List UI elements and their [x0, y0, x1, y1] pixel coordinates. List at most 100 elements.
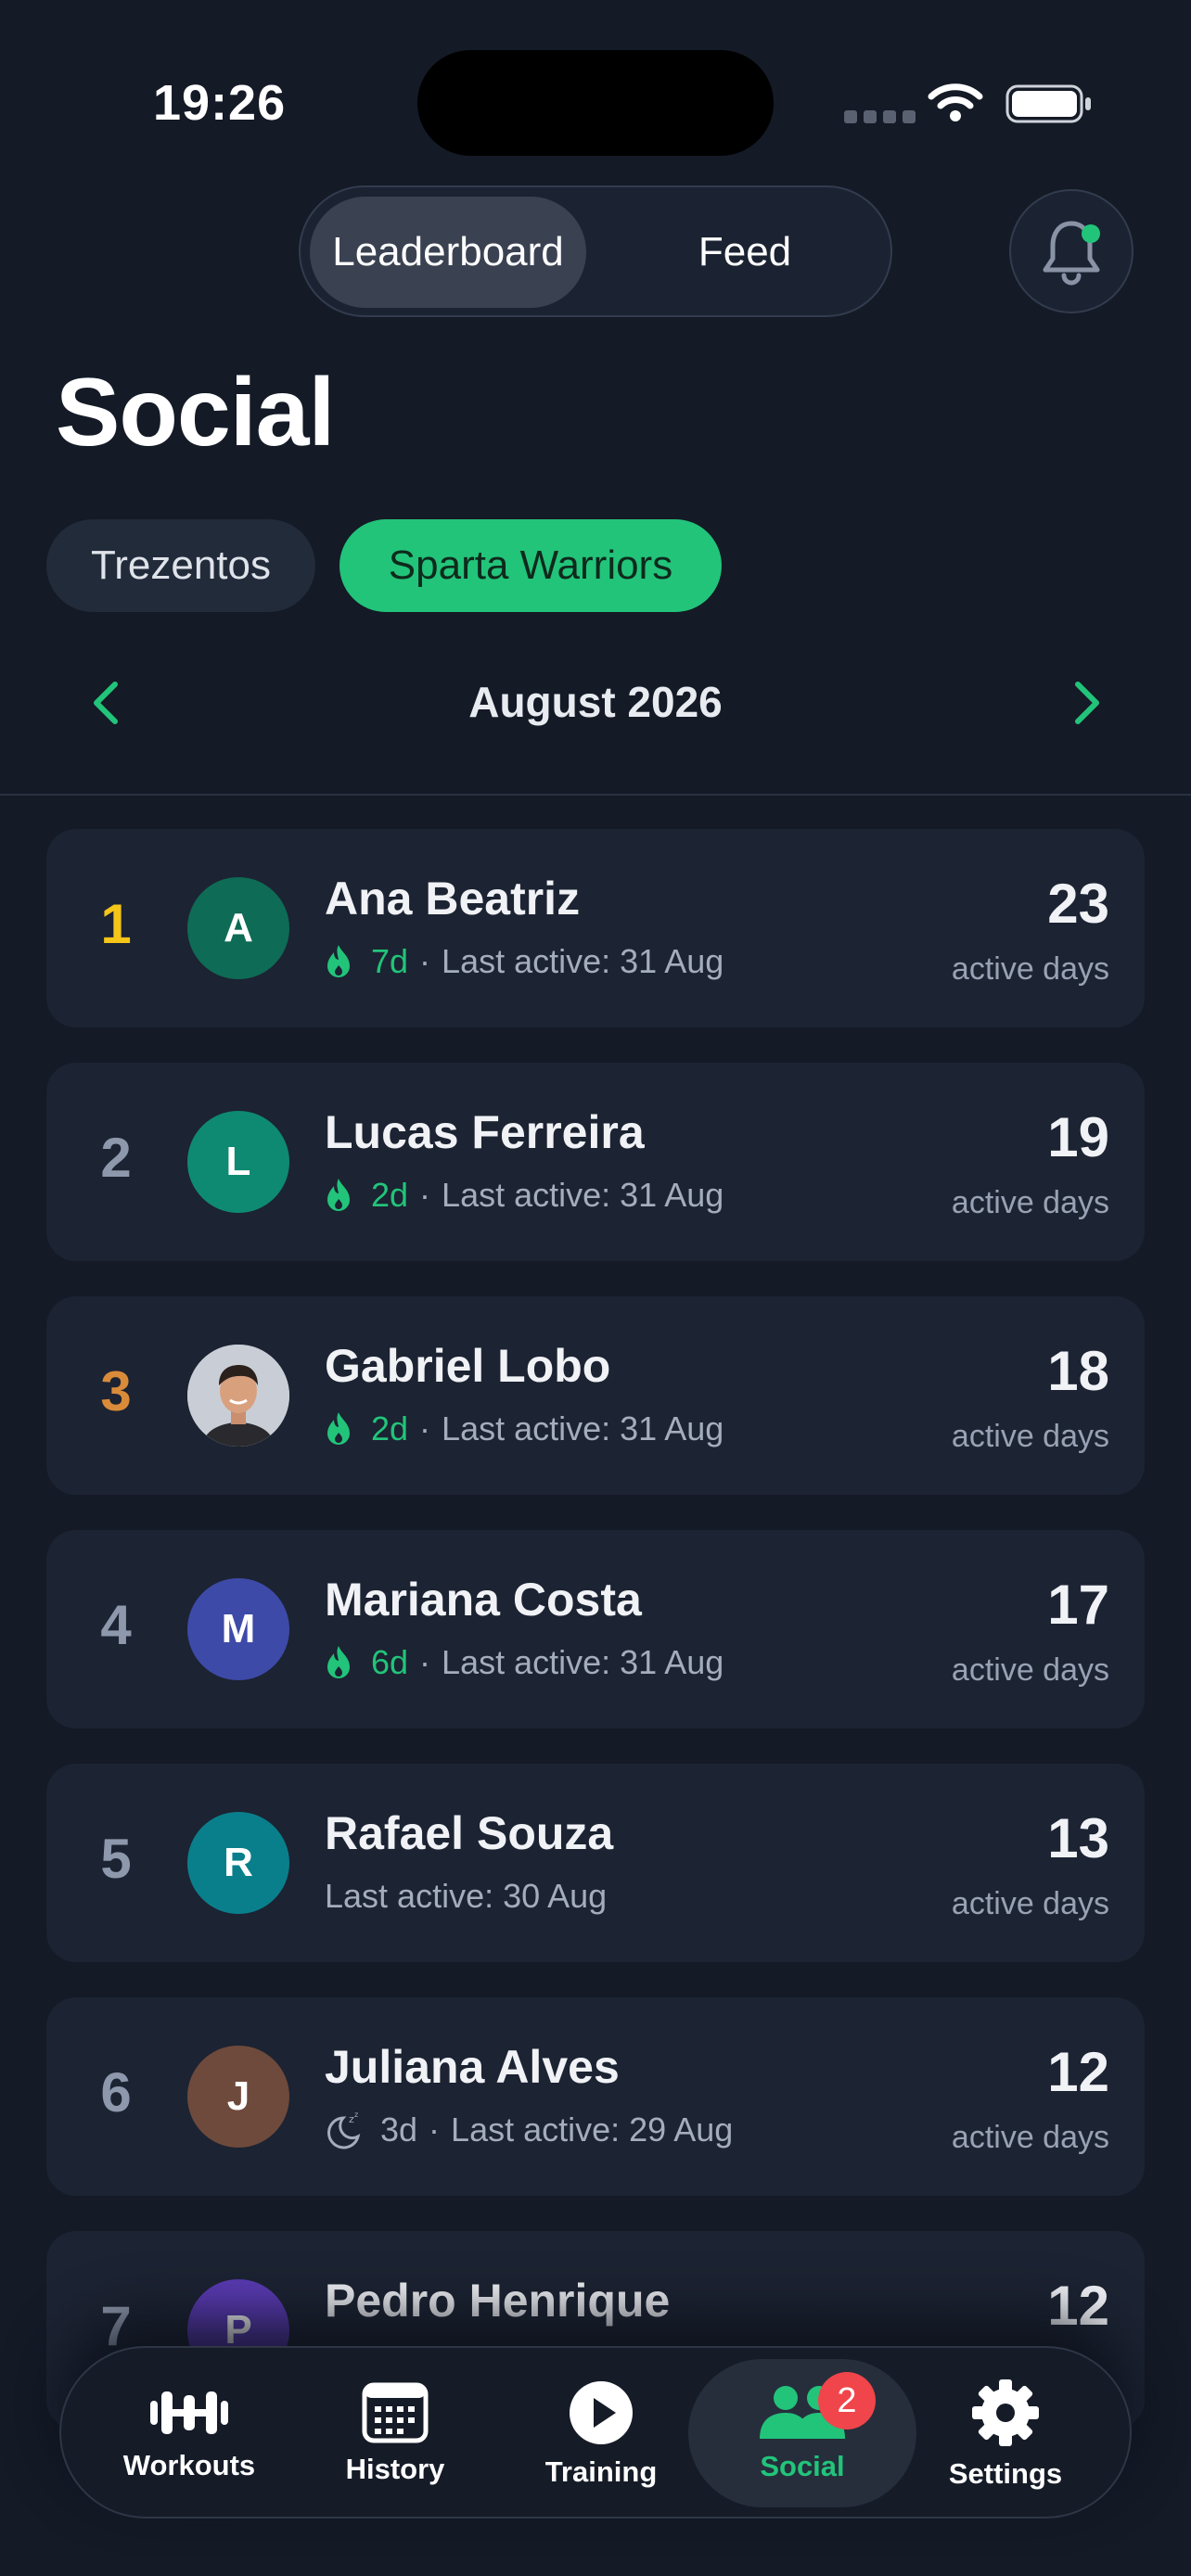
rest-days: 3d: [380, 2111, 418, 2149]
active-days-label: active days: [951, 1886, 1109, 1921]
activity-meta: Last active: 30 Aug: [325, 1877, 607, 1916]
dumbbell-icon: [150, 2391, 228, 2434]
person-photo-icon: [187, 1345, 289, 1447]
notifications-button[interactable]: [1009, 189, 1133, 313]
avatar: R: [187, 1812, 289, 1914]
avatar: L: [187, 1111, 289, 1213]
active-days-label: active days: [951, 1185, 1109, 1220]
active-days-count: 18: [1047, 1340, 1109, 1402]
activity-meta: 2d · Last active: 31 Aug: [325, 1176, 724, 1215]
rank-number: 5: [100, 1828, 132, 1890]
cellular-signal-icon: [844, 110, 916, 123]
tab-label: Workouts: [122, 2449, 256, 2481]
active-days-label: active days: [951, 951, 1109, 987]
active-days-count: 12: [1047, 2275, 1109, 2337]
tab-label: History: [345, 2453, 445, 2485]
tab-training[interactable]: Training: [499, 2348, 703, 2520]
member-name: Pedro Henrique: [325, 2275, 671, 2327]
avatar: J: [187, 2046, 289, 2148]
separator-dot: ·: [429, 2111, 441, 2149]
active-days-count: 13: [1047, 1807, 1109, 1869]
member-name: Lucas Ferreira: [325, 1106, 645, 1158]
last-active: Last active: 31 Aug: [442, 942, 724, 980]
streak-days: 7d: [371, 942, 409, 980]
leaderboard-row[interactable]: 6 J Juliana Alves z z 3d · Last active: …: [46, 1997, 1145, 2196]
rank-number: 1: [100, 893, 132, 955]
chevron-right-icon[interactable]: [1063, 675, 1109, 731]
tab-label: Training: [544, 2455, 658, 2488]
active-days-label: active days: [951, 1419, 1109, 1454]
play-icon: [570, 2381, 633, 2444]
streak-days: 6d: [371, 1643, 409, 1681]
activity-meta: z z 3d · Last active: 29 Aug: [325, 2111, 733, 2149]
active-days-count: 19: [1047, 1106, 1109, 1168]
rank-number: 4: [100, 1594, 132, 1656]
avatar: A: [187, 877, 289, 979]
active-days-count: 12: [1047, 2041, 1109, 2103]
flame-icon: [327, 1646, 350, 1678]
view-switcher: Leaderboard Feed: [299, 185, 892, 317]
wifi-icon: [928, 83, 983, 121]
avatar: M: [187, 1578, 289, 1680]
activity-meta: 6d · Last active: 31 Aug: [325, 1643, 724, 1682]
battery-icon: [1005, 84, 1091, 123]
last-active: Last active: 31 Aug: [442, 1409, 724, 1447]
member-name: Rafael Souza: [325, 1807, 614, 1859]
rank-number: 6: [100, 2061, 132, 2123]
month-label: August 2026: [468, 678, 723, 726]
last-active: Last active: 31 Aug: [442, 1643, 724, 1681]
last-active: Last active: 29 Aug: [451, 2111, 734, 2149]
notification-badge: 2: [818, 2372, 876, 2429]
member-name: Juliana Alves: [325, 2041, 620, 2093]
active-days-label: active days: [951, 2120, 1109, 2155]
calendar-icon: [362, 2382, 429, 2443]
screen: 19:26 Leaderboard Feed Social Trezentos …: [0, 0, 1191, 2576]
divider: [0, 794, 1191, 796]
streak-days: 2d: [371, 1176, 409, 1214]
tab-settings[interactable]: Settings: [903, 2348, 1108, 2520]
avatar-photo: [187, 1345, 289, 1447]
separator-dot: ·: [419, 942, 431, 980]
member-name: Mariana Costa: [325, 1574, 642, 1626]
gear-icon: [972, 2379, 1039, 2446]
leaderboard-row[interactable]: 2 L Lucas Ferreira 2d · Last active: 31 …: [46, 1063, 1145, 1261]
tab-label: Settings: [948, 2457, 1063, 2490]
tab-leaderboard[interactable]: Leaderboard: [310, 197, 586, 308]
svg-text:z: z: [354, 2111, 358, 2119]
member-name: Ana Beatriz: [325, 873, 581, 925]
flame-icon: [327, 1412, 350, 1445]
activity-meta: 7d · Last active: 31 Aug: [325, 942, 724, 981]
active-days-label: active days: [951, 1652, 1109, 1688]
last-active: Last active: 30 Aug: [325, 1877, 608, 1915]
member-name: Gabriel Lobo: [325, 1340, 611, 1392]
rank-number: 3: [100, 1360, 132, 1422]
active-days-count: 23: [1047, 873, 1109, 935]
sleep-moon-icon: z z: [327, 2111, 361, 2149]
page-title: Social: [56, 359, 335, 466]
tab-feed[interactable]: Feed: [607, 197, 883, 308]
notification-dot: [1082, 224, 1100, 243]
leaderboard-row[interactable]: 5 R Rafael Souza Last active: 30 Aug 13 …: [46, 1764, 1145, 1962]
tab-bar: Workouts History Training Social 2 Setti…: [59, 2346, 1132, 2519]
streak-days: 2d: [371, 1409, 409, 1447]
group-chip-sparta-warriors[interactable]: Sparta Warriors: [339, 519, 722, 612]
separator-dot: ·: [419, 1176, 431, 1214]
last-active: Last active: 31 Aug: [442, 1176, 724, 1214]
status-time: 19:26: [153, 75, 287, 131]
tab-label: Social: [760, 2450, 845, 2482]
activity-meta: 2d · Last active: 31 Aug: [325, 1409, 724, 1448]
leaderboard-row[interactable]: 3 Gabriel Lobo 2d · Last active: 31 Aug …: [46, 1296, 1145, 1495]
leaderboard-row[interactable]: 4 M Mariana Costa 6d · Last active: 31 A…: [46, 1530, 1145, 1728]
flame-icon: [327, 1179, 350, 1211]
flame-icon: [327, 945, 350, 977]
tab-history[interactable]: History: [293, 2348, 497, 2520]
dynamic-island: [417, 50, 774, 156]
active-days-count: 17: [1047, 1574, 1109, 1636]
separator-dot: ·: [419, 1409, 431, 1447]
tab-workouts[interactable]: Workouts: [87, 2348, 291, 2520]
group-chip-trezentos[interactable]: Trezentos: [46, 519, 315, 612]
leaderboard-row[interactable]: 1 A Ana Beatriz 7d · Last active: 31 Aug…: [46, 829, 1145, 1027]
tab-social[interactable]: Social 2: [688, 2359, 916, 2507]
rank-number: 2: [100, 1127, 132, 1189]
separator-dot: ·: [419, 1643, 431, 1681]
